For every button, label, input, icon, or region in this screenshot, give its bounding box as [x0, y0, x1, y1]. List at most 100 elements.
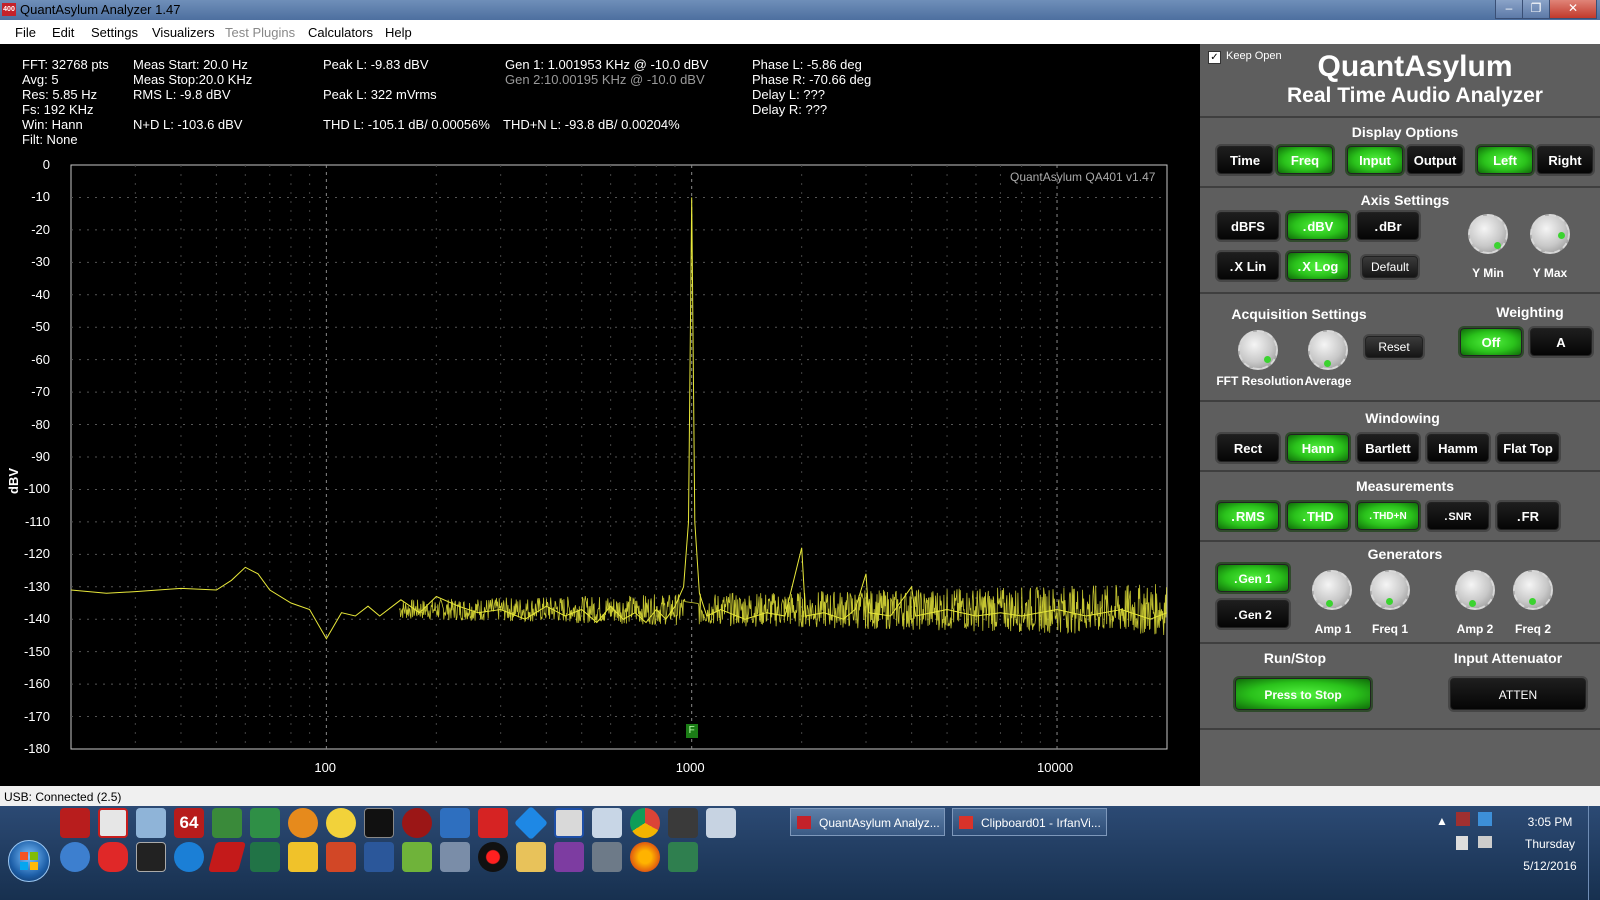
network-icon[interactable] [136, 808, 166, 838]
record-icon[interactable] [478, 842, 508, 872]
fr-button[interactable]: FR [1497, 502, 1559, 530]
window-bartlett-button[interactable]: Bartlett [1357, 434, 1419, 462]
volume-muted-icon[interactable] [1456, 812, 1470, 826]
menu-file[interactable]: File [15, 25, 36, 40]
rms-button[interactable]: RMS [1217, 502, 1279, 530]
thd-button[interactable]: THD [1287, 502, 1349, 530]
default-button[interactable]: Default [1362, 256, 1418, 278]
camera-icon[interactable] [592, 842, 622, 872]
freq2-knob[interactable] [1513, 570, 1553, 610]
dbr-button[interactable]: dBr [1357, 212, 1419, 240]
eagle-icon[interactable] [478, 808, 508, 838]
xlog-button[interactable]: X Log [1287, 252, 1349, 280]
diamond-app-icon[interactable] [514, 806, 548, 840]
thdn-button[interactable]: THD+N [1357, 502, 1419, 530]
outlook-icon[interactable] [288, 842, 318, 872]
y-min-label: Y Min [1472, 266, 1504, 280]
panel-footer [1200, 728, 1600, 788]
display-tray-icon[interactable] [1478, 836, 1492, 848]
window-flattop-button[interactable]: Flat Top [1497, 434, 1559, 462]
duck-icon[interactable] [326, 808, 356, 838]
dbv-button[interactable]: dBV [1287, 212, 1349, 240]
left-button[interactable]: Left [1477, 146, 1533, 174]
stat-gen1: Gen 1: 1.001953 KHz @ -10.0 dBV [505, 57, 709, 72]
tray-expand-icon[interactable]: ▲ [1436, 814, 1448, 828]
powerpoint-icon[interactable] [326, 842, 356, 872]
word-icon[interactable] [364, 842, 394, 872]
freq-button[interactable]: Freq [1277, 146, 1333, 174]
amp2-knob[interactable] [1455, 570, 1495, 610]
brand-subtitle: Real Time Audio Analyzer [1287, 84, 1543, 107]
spectrum-chart[interactable] [70, 164, 1168, 750]
document-blue-icon[interactable] [440, 808, 470, 838]
weighting-off-button[interactable]: Off [1460, 328, 1522, 356]
window-hann-button[interactable]: Hann [1287, 434, 1349, 462]
close-button[interactable]: ✕ [1549, 0, 1597, 19]
fc-icon[interactable] [554, 808, 584, 838]
average-knob[interactable] [1308, 330, 1348, 370]
folder-icon[interactable] [516, 842, 546, 872]
right-button[interactable]: Right [1537, 146, 1593, 174]
command-prompt-icon[interactable] [364, 808, 394, 838]
menu-calculators[interactable]: Calculators [308, 25, 373, 40]
menu-settings[interactable]: Settings [91, 25, 138, 40]
editor-icon[interactable] [592, 808, 622, 838]
calculator-icon[interactable] [706, 808, 736, 838]
dbfs-button[interactable]: dBFS [1217, 212, 1279, 240]
internet-explorer-icon[interactable] [174, 842, 204, 872]
pdf-app-icon[interactable] [60, 808, 90, 838]
acrobat-icon[interactable] [98, 808, 128, 838]
maximize-button[interactable]: ❐ [1522, 0, 1550, 19]
gear-red-icon[interactable] [402, 808, 432, 838]
weighting-a-button[interactable]: A [1530, 328, 1592, 356]
winrar-icon[interactable] [554, 842, 584, 872]
task-quantasylum[interactable]: QuantAsylum Analyz... [790, 808, 945, 836]
cad-icon[interactable] [668, 842, 698, 872]
frequency-marker[interactable]: F [685, 724, 698, 738]
show-desktop-button[interactable] [1588, 806, 1599, 900]
menu-test-plugins[interactable]: Test Plugins [225, 25, 295, 40]
fft-resolution-knob[interactable] [1238, 330, 1278, 370]
atten-button[interactable]: ATTEN [1450, 678, 1586, 710]
time-button[interactable]: Time [1217, 146, 1273, 174]
input-button[interactable]: Input [1347, 146, 1403, 174]
kindle-icon[interactable] [136, 842, 166, 872]
green-app-icon[interactable] [402, 842, 432, 872]
minimize-button[interactable]: – [1495, 0, 1523, 19]
gen1-button[interactable]: Gen 1 [1217, 564, 1289, 592]
output-button[interactable]: Output [1407, 146, 1463, 174]
flag-tray-icon[interactable] [1456, 836, 1468, 850]
firefox-icon[interactable] [630, 842, 660, 872]
amp1-knob[interactable] [1312, 570, 1352, 610]
splat-icon[interactable] [98, 842, 128, 872]
gen2-button[interactable]: Gen 2 [1217, 600, 1289, 628]
xlin-button[interactable]: X Lin [1217, 252, 1279, 280]
altium-icon[interactable] [207, 842, 247, 872]
y-max-knob[interactable] [1530, 214, 1570, 254]
snr-button[interactable]: SNR [1427, 502, 1489, 530]
chart-app-icon[interactable] [250, 808, 280, 838]
remote-desktop-icon[interactable] [440, 842, 470, 872]
aida64-icon[interactable]: 64 [174, 808, 204, 838]
menu-visualizers[interactable]: Visualizers [152, 25, 215, 40]
average-label: Average [1304, 374, 1352, 388]
tools-icon[interactable] [212, 808, 242, 838]
menu-help[interactable]: Help [385, 25, 412, 40]
start-button[interactable] [8, 840, 50, 882]
network-tray-icon[interactable] [1478, 812, 1492, 826]
box-icon[interactable] [668, 808, 698, 838]
window-rect-button[interactable]: Rect [1217, 434, 1279, 462]
freq1-knob[interactable] [1370, 570, 1410, 610]
task-irfanview[interactable]: Clipboard01 - IrfanVi... [952, 808, 1107, 836]
home-network-icon[interactable] [60, 842, 90, 872]
rocket-icon[interactable] [288, 808, 318, 838]
reset-button[interactable]: Reset [1365, 336, 1423, 358]
y-min-knob[interactable] [1468, 214, 1508, 254]
window-hamm-button[interactable]: Hamm [1427, 434, 1489, 462]
menu-edit[interactable]: Edit [52, 25, 74, 40]
press-to-stop-button[interactable]: Press to Stop [1235, 678, 1371, 710]
excel-icon[interactable] [250, 842, 280, 872]
keep-open-checkbox[interactable]: ✓ [1208, 51, 1221, 64]
clock-time[interactable]: 3:05 PM [1510, 815, 1590, 829]
chrome-icon[interactable] [630, 808, 660, 838]
